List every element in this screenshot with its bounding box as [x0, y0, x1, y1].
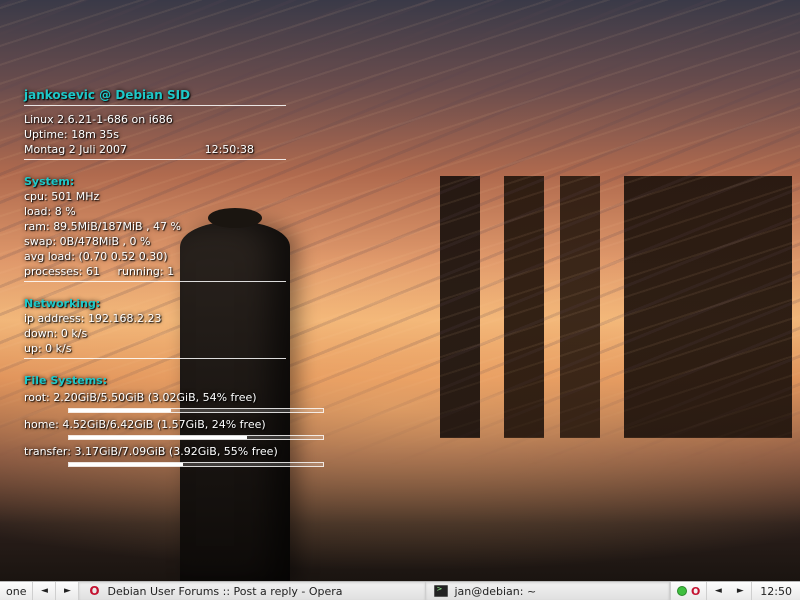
cpu-row: cpu: 501 MHz [24, 189, 286, 204]
date-value: Montag 2 Juli 2007 [24, 142, 127, 157]
taskbar-clock[interactable]: 12:50 [752, 582, 800, 600]
workspace-prev-button[interactable]: ◄ [33, 582, 56, 600]
load-row: load: 8 % [24, 204, 286, 219]
fs-home-bar-fill [69, 436, 247, 439]
fs-home-bar [68, 435, 324, 440]
fs-root-value: 2.20GiB/5.50GiB (3.02GiB, 54% free) [53, 391, 256, 404]
uptime-label: Uptime: [24, 128, 68, 141]
divider [24, 358, 286, 359]
divider [24, 159, 286, 160]
fs-heading: File Systems: [24, 373, 286, 388]
down-row: down: 0 k/s [24, 326, 286, 341]
uptime-value: 18m 35s [71, 128, 119, 141]
fs-transfer-bar-fill [69, 463, 183, 466]
divider [24, 281, 286, 282]
ram-value: 89.5MiB/187MiB , 47 % [53, 220, 181, 233]
fs-transfer-value: 3.17GiB/7.09GiB (3.92GiB, 55% free) [74, 445, 277, 458]
ram-label: ram: [24, 220, 50, 233]
triangle-right-icon: ► [64, 587, 71, 596]
processes-label: processes: [24, 265, 82, 278]
avgload-row: avg load: (0.70 0.52 0.30) [24, 249, 286, 264]
opera-icon: O [89, 584, 99, 598]
fs-transfer-row: transfer: 3.17GiB/7.09GiB (3.92GiB, 55% … [24, 444, 286, 459]
ip-row: ip address: 192.168.2.23 [24, 311, 286, 326]
ip-value: 192.168.2.23 [88, 312, 161, 325]
cpu-value: 501 MHz [51, 190, 99, 203]
taskbar: one ◄ ► O Debian User Forums :: Post a r… [0, 581, 800, 600]
fs-root-bar-fill [69, 409, 171, 412]
fs-home-value: 4.52GiB/6.42GiB (1.57GiB, 24% free) [62, 418, 265, 431]
terminal-icon [434, 585, 448, 597]
system-heading: System: [24, 174, 286, 189]
workspace-next-button[interactable]: ► [56, 582, 79, 600]
fs-transfer-label: transfer: [24, 445, 71, 458]
taskbar-task-opera[interactable]: O Debian User Forums :: Post a reply - O… [79, 582, 426, 600]
running-value: 1 [167, 265, 174, 278]
divider [24, 105, 286, 106]
down-value: 0 k/s [61, 327, 87, 340]
processes-row: processes: 61 running: 1 [24, 264, 286, 279]
triangle-right-icon: ► [737, 587, 744, 596]
avgload-value: (0.70 0.52 0.30) [78, 250, 167, 263]
conky-title: jankosevic @ Debian SID [24, 88, 286, 103]
down-label: down: [24, 327, 57, 340]
network-heading: Networking: [24, 296, 286, 311]
tray-next-button[interactable]: ► [729, 582, 752, 600]
ram-row: ram: 89.5MiB/187MiB , 47 % [24, 219, 286, 234]
up-value: 0 k/s [45, 342, 71, 355]
fs-transfer-bar [68, 462, 324, 467]
ip-label: ip address: [24, 312, 84, 325]
triangle-left-icon: ◄ [41, 587, 48, 596]
up-row: up: 0 k/s [24, 341, 286, 356]
cpu-label: cpu: [24, 190, 48, 203]
processes-value: 61 [86, 265, 100, 278]
fs-home-label: home: [24, 418, 59, 431]
uptime-row: Uptime: 18m 35s [24, 127, 286, 142]
swap-row: swap: 0B/478MiB , 0 % [24, 234, 286, 249]
opera-tray-icon[interactable]: O [691, 585, 700, 598]
workspace-label[interactable]: one [0, 582, 33, 600]
network-status-icon[interactable] [677, 586, 687, 596]
fs-root-bar [68, 408, 324, 413]
date-row: Montag 2 Juli 2007 12:50:38 [24, 142, 254, 157]
triangle-left-icon: ◄ [715, 587, 722, 596]
conky-overlay: jankosevic @ Debian SID Linux 2.6.21-1-6… [24, 88, 286, 471]
fs-home-row: home: 4.52GiB/6.42GiB (1.57GiB, 24% free… [24, 417, 286, 432]
swap-label: swap: [24, 235, 56, 248]
task-opera-label: Debian User Forums :: Post a reply - Ope… [107, 585, 342, 598]
avgload-label: avg load: [24, 250, 75, 263]
kernel-line: Linux 2.6.21-1-686 on i686 [24, 112, 286, 127]
system-tray: O [670, 582, 707, 600]
swap-value: 0B/478MiB , 0 % [60, 235, 151, 248]
fs-root-row: root: 2.20GiB/5.50GiB (3.02GiB, 54% free… [24, 390, 286, 405]
load-label: load: [24, 205, 51, 218]
fs-root-label: root: [24, 391, 50, 404]
running-label: running: [117, 265, 163, 278]
load-value: 8 % [55, 205, 76, 218]
tray-prev-button[interactable]: ◄ [707, 582, 729, 600]
taskbar-task-terminal[interactable]: jan@debian: ~ [426, 582, 669, 600]
up-label: up: [24, 342, 42, 355]
task-terminal-label: jan@debian: ~ [454, 585, 536, 598]
time-value: 12:50:38 [205, 142, 254, 157]
